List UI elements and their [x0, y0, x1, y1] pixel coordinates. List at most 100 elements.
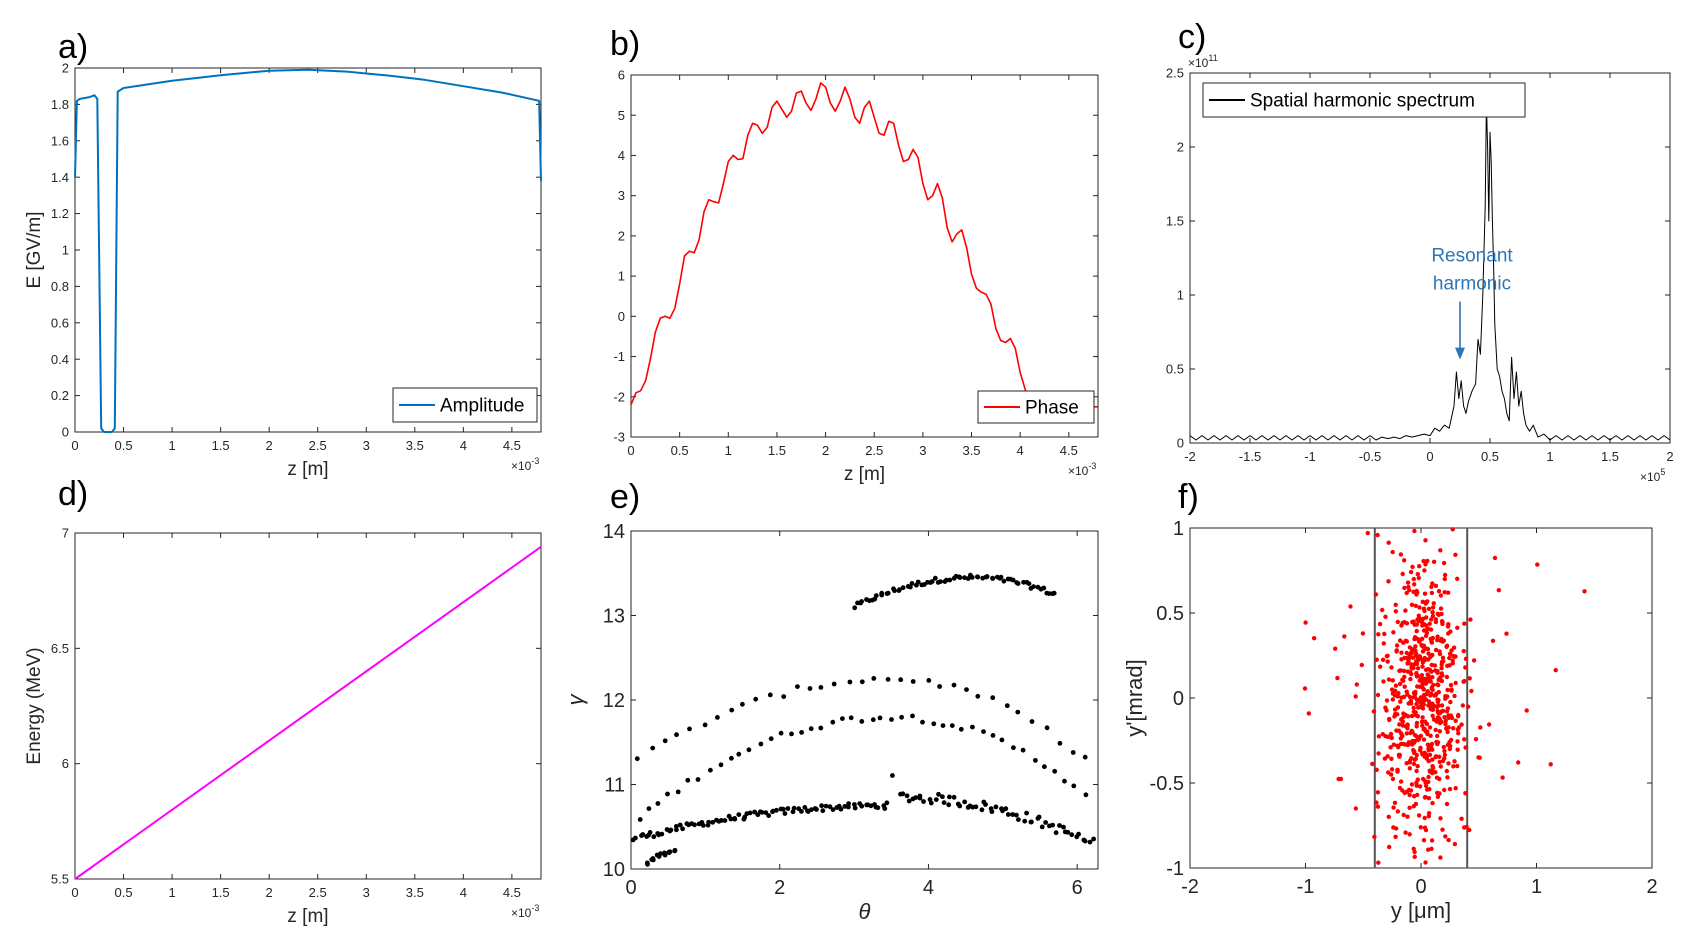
x-tick-label-d: 3.5 [406, 885, 424, 900]
gamma-point [859, 599, 864, 604]
transverse-point [1548, 762, 1553, 767]
gamma-point [847, 679, 853, 685]
transverse-point [1413, 801, 1419, 807]
gamma-point [882, 806, 888, 811]
transverse-point [1438, 816, 1443, 821]
gamma-point [687, 726, 692, 732]
transverse-point [1414, 720, 1420, 726]
gamma-point [746, 747, 752, 753]
gamma-point [1061, 824, 1066, 830]
transverse-point [1417, 748, 1423, 753]
transverse-point [1409, 728, 1415, 734]
transverse-point [1463, 745, 1468, 750]
transverse-point [1455, 625, 1460, 630]
transverse-point [1390, 776, 1396, 782]
gamma-point [778, 730, 784, 736]
transverse-point [1430, 581, 1435, 586]
gamma-point [1001, 578, 1007, 584]
gamma-point [964, 687, 969, 692]
y-tick-label-a: 1.2 [51, 206, 69, 221]
transverse-point [1435, 794, 1441, 799]
x-tick-label-c: -1.5 [1239, 449, 1261, 464]
transverse-point [1446, 713, 1451, 718]
x-tick-label-b: 1.5 [768, 443, 786, 458]
x-tick-label-c: 0.5 [1481, 449, 1499, 464]
transverse-point [1412, 582, 1417, 587]
gamma-point [692, 822, 697, 828]
y-tick-label-b: -2 [613, 389, 625, 404]
transverse-point [1463, 656, 1469, 661]
y-tick-label-b: 6 [618, 68, 625, 83]
transverse-point [1467, 827, 1472, 833]
gamma-point [799, 809, 804, 814]
legend-label-a: Amplitude [440, 396, 525, 417]
transverse-point [1441, 744, 1447, 750]
transverse-point [1371, 709, 1377, 714]
transverse-point [1399, 657, 1404, 662]
transverse-point [1445, 706, 1451, 711]
x-tick-label-d: 2.5 [309, 885, 327, 900]
gamma-point [941, 800, 947, 805]
x-tick-label-d: 1 [168, 885, 175, 900]
x-tick-label-b: 4.5 [1060, 443, 1078, 458]
y-axis-label-e: γ [563, 693, 588, 706]
transverse-point [1490, 638, 1496, 643]
gamma-point [904, 793, 910, 799]
gamma-point [1039, 824, 1045, 830]
transverse-point [1445, 663, 1450, 668]
gamma-point [928, 800, 934, 806]
transverse-point [1437, 729, 1443, 734]
transverse-point [1473, 737, 1479, 742]
gamma-point [1036, 814, 1042, 820]
transverse-point [1444, 801, 1450, 807]
transverse-point [1348, 604, 1353, 609]
gamma-point [774, 807, 779, 813]
gamma-point [975, 574, 980, 580]
transverse-point [1553, 668, 1558, 673]
gamma-point [981, 729, 986, 734]
transverse-point [1416, 705, 1421, 710]
x-exponent-base-b: ×10 [1068, 464, 1089, 478]
x-tick-label-a: 2.5 [309, 438, 327, 453]
y-tick-label-f: -1 [1166, 858, 1184, 880]
gamma-point [859, 803, 865, 809]
transverse-point [1407, 758, 1413, 764]
gamma-point [873, 593, 879, 598]
transverse-point [1435, 790, 1440, 796]
gamma-point [791, 805, 797, 811]
gamma-point [1031, 584, 1036, 589]
y-tick-label-b: 1 [618, 269, 625, 284]
panel-label-c: c) [1178, 18, 1206, 56]
transverse-point [1445, 775, 1450, 780]
transverse-point [1410, 619, 1415, 625]
gamma-point [892, 588, 897, 594]
transverse-point [1401, 714, 1406, 720]
transverse-point [1409, 671, 1414, 677]
figure: a)0 0.5 1 1.5 2 2.5 3 3.5 4 4.500.20.40.60.811.21… [24, 18, 1674, 927]
transverse-point [1388, 745, 1393, 750]
gamma-point [831, 681, 837, 687]
transverse-point [1302, 686, 1308, 691]
transverse-point [1442, 576, 1448, 582]
transverse-point [1384, 698, 1390, 703]
transverse-point [1415, 777, 1421, 782]
x-tick-label-d: 4.5 [503, 885, 521, 900]
transverse-point [1433, 727, 1438, 733]
x-tick-label-b: 3.5 [962, 443, 980, 458]
transverse-point [1404, 590, 1409, 596]
x-exponent-b: ×10-3 [1068, 461, 1096, 478]
transverse-point [1374, 657, 1379, 662]
transverse-point [1416, 613, 1422, 618]
gamma-point [680, 826, 685, 832]
gamma-point [848, 715, 854, 721]
gamma-point [1005, 812, 1011, 817]
gamma-point [807, 686, 813, 691]
transverse-point [1448, 629, 1453, 634]
x-tick-label-c: -0.5 [1359, 449, 1381, 464]
transverse-point [1375, 692, 1381, 698]
y-tick-label-c: 0 [1177, 436, 1184, 451]
transverse-point [1445, 742, 1451, 748]
gamma-point [795, 684, 800, 689]
y-axis-label-d: Energy (MeV) [24, 647, 45, 764]
gamma-point [899, 714, 904, 720]
